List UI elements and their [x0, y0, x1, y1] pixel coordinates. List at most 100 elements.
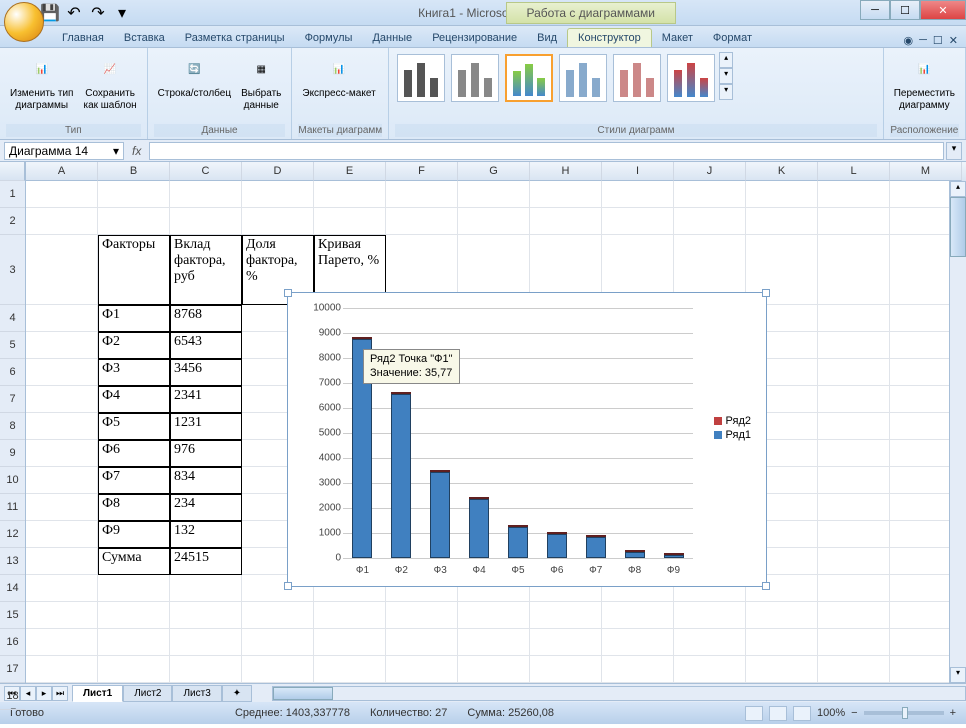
- sheet-tab-3[interactable]: Лист3: [172, 685, 221, 702]
- cell-B12[interactable]: Ф9: [98, 521, 170, 548]
- tab-insert[interactable]: Вставка: [114, 29, 175, 47]
- cell-J2[interactable]: [674, 208, 746, 235]
- chart-bar-Ф6[interactable]: [547, 308, 567, 558]
- chart-bar-Ф7[interactable]: [586, 308, 606, 558]
- vscroll-thumb[interactable]: [950, 197, 966, 257]
- cell-H16[interactable]: [530, 629, 602, 656]
- cell-E15[interactable]: [314, 602, 386, 629]
- cell-F16[interactable]: [386, 629, 458, 656]
- sheet-tab-2[interactable]: Лист2: [123, 685, 172, 702]
- chart-bar-Ф4[interactable]: [469, 308, 489, 558]
- undo-icon[interactable]: ↶: [64, 3, 84, 23]
- cell-B8[interactable]: Ф5: [98, 413, 170, 440]
- row-header-6[interactable]: 6: [0, 359, 25, 386]
- tab-home[interactable]: Главная: [52, 29, 114, 47]
- qat-dropdown-icon[interactable]: ▾: [112, 3, 132, 23]
- cell-G17[interactable]: [458, 656, 530, 683]
- formula-bar-expand[interactable]: ▾: [946, 142, 962, 160]
- cell-L4[interactable]: [818, 305, 890, 332]
- cell-A14[interactable]: [26, 575, 98, 602]
- styles-scroll-up[interactable]: ▴: [719, 52, 733, 68]
- redo-icon[interactable]: ↷: [88, 3, 108, 23]
- cell-B13[interactable]: Сумма: [98, 548, 170, 575]
- cell-K2[interactable]: [746, 208, 818, 235]
- chart-bar-Ф2[interactable]: [391, 308, 411, 558]
- select-data-button[interactable]: ▦ Выбрать данные: [237, 52, 285, 114]
- office-button[interactable]: [4, 2, 44, 42]
- hscroll-thumb[interactable]: [273, 687, 333, 700]
- cell-C13[interactable]: 24515: [170, 548, 242, 575]
- cell-B2[interactable]: [98, 208, 170, 235]
- cell-E17[interactable]: [314, 656, 386, 683]
- name-box-dropdown-icon[interactable]: ▾: [113, 144, 119, 158]
- styles-scroll-down[interactable]: ▾: [719, 68, 733, 84]
- vertical-scrollbar[interactable]: ▴ ▾: [949, 181, 966, 683]
- row-header-13[interactable]: 13: [0, 548, 25, 575]
- cell-B14[interactable]: [98, 575, 170, 602]
- chart-style-5[interactable]: [613, 54, 661, 102]
- zoom-level[interactable]: 100%: [817, 707, 845, 719]
- cell-L16[interactable]: [818, 629, 890, 656]
- cell-A12[interactable]: [26, 521, 98, 548]
- cell-L6[interactable]: [818, 359, 890, 386]
- tab-pagelayout[interactable]: Разметка страницы: [175, 29, 295, 47]
- cell-J15[interactable]: [674, 602, 746, 629]
- cell-H15[interactable]: [530, 602, 602, 629]
- cell-A16[interactable]: [26, 629, 98, 656]
- cell-A7[interactable]: [26, 386, 98, 413]
- cell-J1[interactable]: [674, 181, 746, 208]
- cell-A15[interactable]: [26, 602, 98, 629]
- cell-L15[interactable]: [818, 602, 890, 629]
- styles-more[interactable]: ▾: [719, 84, 733, 100]
- cell-C8[interactable]: 1231: [170, 413, 242, 440]
- cell-G1[interactable]: [458, 181, 530, 208]
- minimize-button[interactable]: ─: [860, 0, 890, 20]
- column-header-B[interactable]: B: [98, 162, 170, 181]
- cell-C11[interactable]: 234: [170, 494, 242, 521]
- cell-K16[interactable]: [746, 629, 818, 656]
- column-header-F[interactable]: F: [386, 162, 458, 181]
- column-header-A[interactable]: A: [26, 162, 98, 181]
- chart-style-4[interactable]: [559, 54, 607, 102]
- row-header-12[interactable]: 12: [0, 521, 25, 548]
- cell-A4[interactable]: [26, 305, 98, 332]
- cell-I1[interactable]: [602, 181, 674, 208]
- cell-G15[interactable]: [458, 602, 530, 629]
- cell-C14[interactable]: [170, 575, 242, 602]
- cell-A2[interactable]: [26, 208, 98, 235]
- chart-legend[interactable]: Ряд2 Ряд1: [714, 413, 751, 443]
- name-box[interactable]: Диаграмма 14▾: [4, 142, 124, 160]
- cell-L2[interactable]: [818, 208, 890, 235]
- cell-C10[interactable]: 834: [170, 467, 242, 494]
- view-pagebreak-button[interactable]: [793, 706, 811, 721]
- cell-E1[interactable]: [314, 181, 386, 208]
- cell-D17[interactable]: [242, 656, 314, 683]
- resize-handle-tl[interactable]: [284, 289, 292, 297]
- cell-B17[interactable]: [98, 656, 170, 683]
- column-header-C[interactable]: C: [170, 162, 242, 181]
- cell-C7[interactable]: 2341: [170, 386, 242, 413]
- chart-style-1[interactable]: [397, 54, 445, 102]
- help-icon[interactable]: ◉: [904, 34, 914, 47]
- cell-L3[interactable]: [818, 235, 890, 305]
- row-header-8[interactable]: 8: [0, 413, 25, 440]
- column-header-M[interactable]: M: [890, 162, 962, 181]
- row-header-16[interactable]: 16: [0, 629, 25, 656]
- cell-C4[interactable]: 8768: [170, 305, 242, 332]
- tab-view[interactable]: Вид: [527, 29, 567, 47]
- cell-B7[interactable]: Ф4: [98, 386, 170, 413]
- cell-B15[interactable]: [98, 602, 170, 629]
- column-header-J[interactable]: J: [674, 162, 746, 181]
- express-layout-button[interactable]: 📊 Экспресс-макет: [298, 52, 379, 102]
- maximize-button[interactable]: ☐: [890, 0, 920, 20]
- zoom-thumb[interactable]: [902, 707, 908, 719]
- cell-C1[interactable]: [170, 181, 242, 208]
- cell-H1[interactable]: [530, 181, 602, 208]
- cell-L11[interactable]: [818, 494, 890, 521]
- cell-C15[interactable]: [170, 602, 242, 629]
- cell-G16[interactable]: [458, 629, 530, 656]
- cell-C17[interactable]: [170, 656, 242, 683]
- row-header-10[interactable]: 10: [0, 467, 25, 494]
- doc-close-icon[interactable]: ✕: [949, 34, 958, 47]
- column-header-H[interactable]: H: [530, 162, 602, 181]
